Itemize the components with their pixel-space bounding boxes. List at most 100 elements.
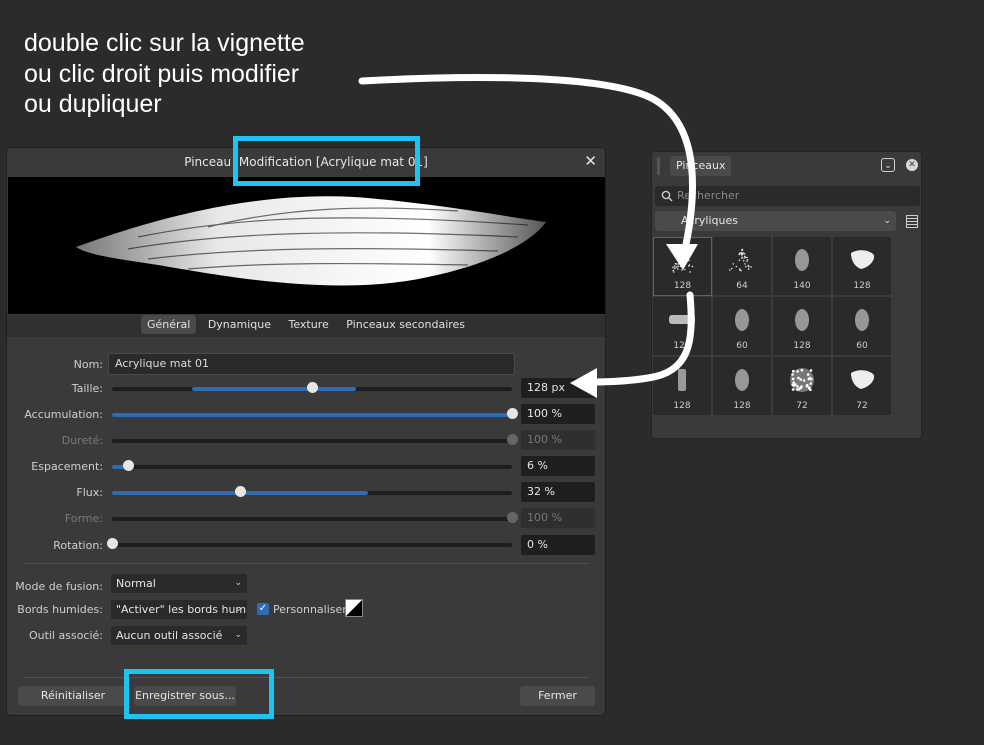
hardness-slider	[112, 439, 512, 443]
brush-tip-preview	[847, 245, 877, 275]
dialog-tabbar: Général Dynamique Texture Pinceaux secon…	[7, 315, 605, 337]
chevron-down-icon: ⌄	[234, 626, 242, 645]
brush-thumbnail[interactable]: 60	[833, 297, 892, 356]
associated-tool-label: Outil associé:	[7, 629, 103, 642]
brush-thumbnail[interactable]: 72	[773, 357, 832, 416]
size-value[interactable]: 128 px	[521, 378, 595, 398]
brush-size-label: 128	[653, 401, 711, 411]
associated-tool-value: Aucun outil associé	[116, 629, 222, 642]
brush-thumbnail[interactable]: 60	[713, 297, 772, 356]
shape-value: 100 %	[521, 508, 595, 528]
associated-tool-dropdown[interactable]: Aucun outil associé ⌄	[111, 626, 247, 645]
close-icon[interactable]: ✕	[906, 159, 918, 171]
brush-size-label: 64	[713, 281, 771, 291]
brush-size-label: 72	[773, 401, 831, 411]
search-icon	[661, 189, 673, 209]
brush-tip-preview	[787, 245, 817, 275]
blend-mode-dropdown[interactable]: Normal ⌄	[111, 574, 247, 593]
size-label: Taille:	[7, 382, 103, 395]
brush-thumbnail[interactable]: 128	[653, 297, 712, 356]
customize-label: Personnaliser	[273, 603, 347, 616]
close-button[interactable]: Fermer	[520, 686, 595, 706]
shape-slider	[112, 517, 512, 521]
slider-knob[interactable]	[107, 538, 118, 549]
brush-tip-preview	[667, 365, 697, 395]
pressure-curve-icon[interactable]	[345, 599, 363, 617]
tab-secondary-brushes[interactable]: Pinceaux secondaires	[340, 315, 471, 334]
slider-knob	[507, 434, 518, 445]
dialog-title: Pinceau Modification [Acrylique mat 01]	[7, 148, 605, 176]
rotation-value[interactable]: 0 %	[521, 535, 595, 555]
caption-line-1: double clic sur la vignette	[24, 28, 305, 59]
slider-knob[interactable]	[123, 460, 134, 471]
brush-thumbnail[interactable]: 128	[773, 297, 832, 356]
panel-menu-icon[interactable]: ⌄	[881, 158, 895, 172]
hardness-label: Dureté:	[7, 434, 103, 447]
accumulation-value[interactable]: 100 %	[521, 404, 595, 424]
rotation-label: Rotation:	[7, 539, 103, 552]
brush-tip-preview	[727, 365, 757, 395]
brush-size-label: 72	[833, 401, 891, 411]
tab-general[interactable]: Général	[141, 315, 196, 334]
rotation-slider[interactable]	[112, 543, 512, 547]
category-value: Acryliques	[681, 214, 738, 227]
save-as-button[interactable]: Enregistrer sous...	[134, 686, 236, 706]
search-placeholder: Rechercher	[677, 189, 739, 202]
brush-category-dropdown[interactable]: Acryliques ⌄	[655, 211, 896, 231]
slider-knob[interactable]	[507, 408, 518, 419]
tab-texture[interactable]: Texture	[283, 315, 335, 334]
blend-mode-label: Mode de fusion:	[7, 580, 103, 593]
brush-size-label: 128	[833, 281, 891, 291]
accumulation-slider[interactable]	[112, 413, 512, 417]
brush-size-label: 140	[773, 281, 831, 291]
blend-mode-value: Normal	[116, 577, 156, 590]
brush-size-label: 128	[713, 401, 771, 411]
instruction-caption: double clic sur la vignette ou clic droi…	[24, 28, 305, 120]
caption-line-2: ou clic droit puis modifier	[24, 59, 305, 90]
chevron-down-icon: ⌄	[234, 600, 242, 619]
brush-search-input[interactable]: Rechercher	[655, 186, 920, 206]
brushes-panel: Pinceaux ⌄ ✕ Rechercher Acryliques ⌄ 128…	[651, 151, 922, 439]
brush-thumbnail[interactable]: 128	[713, 357, 772, 416]
flow-slider[interactable]	[112, 491, 512, 495]
brush-name-field[interactable]: Acrylique mat 01	[108, 353, 515, 375]
wet-edges-value: "Activer" les bords humi	[116, 603, 247, 616]
brush-size-label: 128	[653, 341, 711, 351]
brush-thumbnail[interactable]: 128	[833, 237, 892, 296]
wet-edges-label: Bords humides:	[7, 603, 103, 616]
brush-thumbnail[interactable]: 140	[773, 237, 832, 296]
spacing-value[interactable]: 6 %	[521, 456, 595, 476]
brush-tip-preview	[787, 305, 817, 335]
customize-checkbox[interactable]: ✓	[257, 603, 269, 615]
name-label: Nom:	[7, 358, 103, 371]
spacing-slider[interactable]	[112, 465, 512, 469]
brush-grid: 128 64 140 128 128 60 128 60 128 128 72 72	[652, 237, 892, 417]
size-slider[interactable]	[112, 387, 512, 391]
flow-value[interactable]: 32 %	[521, 482, 595, 502]
brush-stroke-preview	[8, 177, 605, 314]
chevron-down-icon: ⌄	[234, 574, 242, 593]
brush-thumbnail[interactable]: 128	[653, 357, 712, 416]
brush-tip-preview	[847, 305, 877, 335]
wet-edges-dropdown[interactable]: "Activer" les bords humi ⌄	[111, 600, 247, 619]
brush-size-label: 128	[773, 341, 831, 351]
brush-thumbnail[interactable]: 64	[713, 237, 772, 296]
slider-knob[interactable]	[307, 382, 318, 393]
tab-dynamics[interactable]: Dynamique	[202, 315, 277, 334]
brush-tip-preview	[787, 365, 817, 395]
panel-grip[interactable]	[657, 157, 660, 175]
reset-button[interactable]: Réinitialiser	[18, 686, 128, 706]
brush-size-label: 128	[654, 281, 711, 291]
dialog-title-prefix: Pinceau	[184, 155, 231, 169]
brush-thumbnail[interactable]: 128	[653, 237, 712, 296]
caption-line-3: ou dupliquer	[24, 89, 305, 120]
spacing-label: Espacement:	[7, 460, 103, 473]
brush-thumbnail[interactable]: 72	[833, 357, 892, 416]
brush-tip-preview	[727, 245, 757, 275]
slider-knob	[507, 512, 518, 523]
close-icon[interactable]: ✕	[584, 152, 597, 170]
list-view-icon[interactable]	[906, 215, 918, 228]
brushes-panel-tab[interactable]: Pinceaux	[670, 156, 731, 176]
section-divider	[24, 563, 589, 564]
slider-knob[interactable]	[235, 486, 246, 497]
